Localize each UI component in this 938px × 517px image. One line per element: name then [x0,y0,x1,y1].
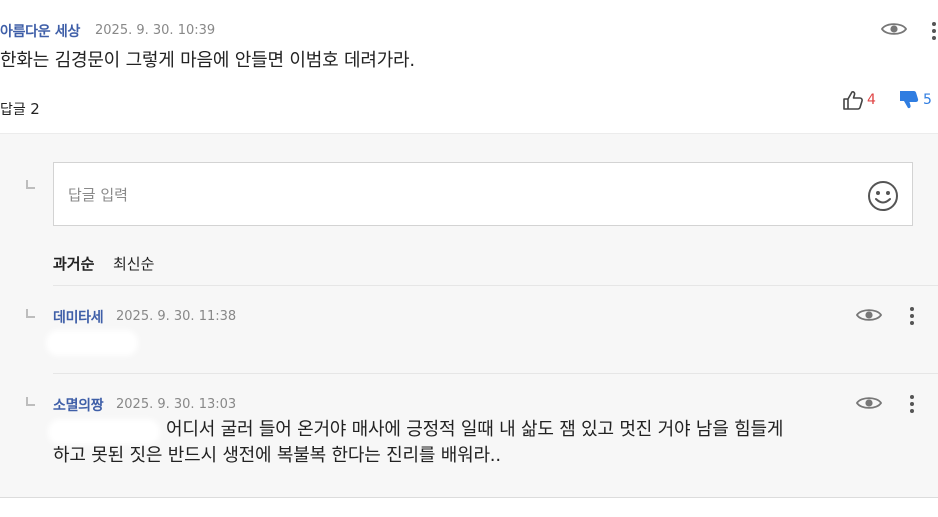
reply-text-line: 어디서 굴러 들어 온거야 매사에 긍정적 일때 내 삶도 잼 있고 멋진 거야… [166,419,784,440]
like-count: 4 [867,92,876,108]
more-menu-icon[interactable] [910,307,914,325]
divider [53,285,938,286]
divider [53,373,938,374]
eye-icon[interactable] [856,307,882,323]
like-button[interactable]: 4 [842,90,876,110]
dislike-count: 5 [923,92,932,108]
bottom-divider [0,497,938,498]
more-menu-icon[interactable] [932,22,936,40]
reply-author[interactable]: 데미타세 [53,307,104,327]
comment-text: 한화는 김경문이 그렇게 마음에 안들면 이범호 데려가라. [0,50,415,71]
smiley-icon[interactable] [867,180,899,212]
reply-label: 답글 [0,102,26,118]
reply-input-box[interactable] [53,162,913,226]
reply-date: 2025. 9. 30. 13:03 [116,397,237,412]
reply-corner-icon [26,309,35,318]
reply-text-line: 하고 못된 짓은 반드시 생전에 복불복 한다는 진리를 배워라.. [53,445,501,466]
main-comment: 아름다운 세상 2025. 9. 30. 10:39 한화는 김경문이 그렇게 … [0,0,938,133]
thumbs-down-icon [900,91,919,109]
reply-count-toggle[interactable]: 답글 2 [0,99,40,119]
reply-date: 2025. 9. 30. 11:38 [116,309,237,324]
reply-input[interactable] [68,183,848,207]
masked-content [50,334,134,352]
eye-icon[interactable] [856,395,882,411]
thumbs-up-icon [843,91,863,110]
reply-author[interactable]: 소멸의짱 [53,395,104,415]
comment-author[interactable]: 아름다운 세상 [0,21,80,41]
sort-newest[interactable]: 최신순 [113,253,154,274]
sort-oldest[interactable]: 과거순 [53,253,94,274]
reply-corner-icon [26,397,35,406]
reply-corner-icon [26,180,35,189]
dislike-button[interactable]: 5 [898,90,932,110]
more-menu-icon[interactable] [910,395,914,413]
reply-count: 2 [30,100,40,118]
masked-content [52,423,156,441]
eye-icon[interactable] [881,21,907,37]
comment-date: 2025. 9. 30. 10:39 [95,23,216,38]
